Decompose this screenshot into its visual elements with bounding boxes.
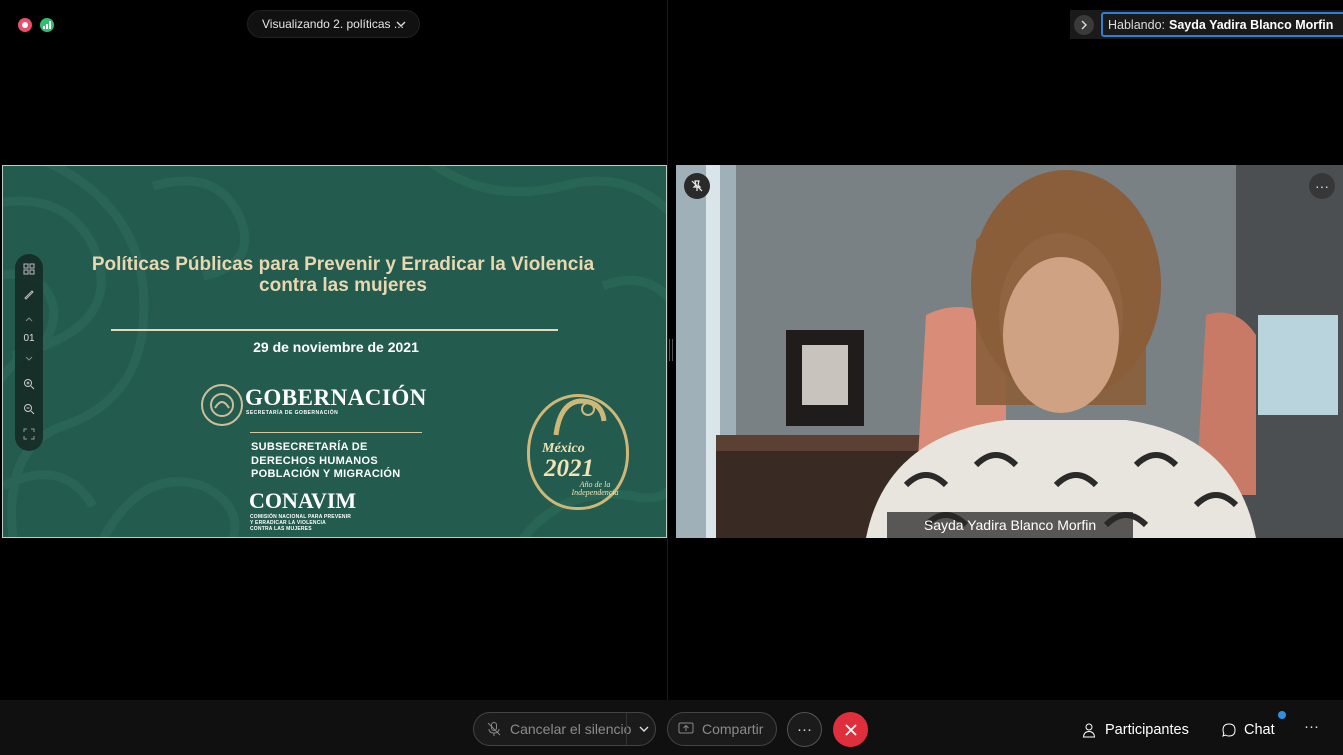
viewing-content-dropdown[interactable]: Visualizando 2. políticas ...: [247, 10, 420, 38]
share-label: Compartir: [702, 721, 764, 737]
chat-label: Chat: [1244, 722, 1275, 738]
gobernacion-seal-icon: [201, 384, 243, 426]
fit-screen-icon[interactable]: [19, 424, 39, 444]
participant-video-tile[interactable]: ··· Sayda Yadira Blanco Morfin: [676, 165, 1343, 538]
subsec-line: POBLACIÓN Y MIGRACIÓN: [251, 468, 401, 480]
leave-meeting-button[interactable]: [833, 712, 868, 747]
chat-button[interactable]: Chat: [1221, 718, 1275, 742]
page-number: 01: [23, 333, 35, 344]
split-resize-handle[interactable]: [669, 339, 673, 361]
participants-label: Participantes: [1105, 722, 1189, 738]
zoom-out-icon[interactable]: [19, 399, 39, 419]
overflow-menu-button[interactable]: ···: [1304, 718, 1319, 735]
unmute-label: Cancelar el silencio: [510, 721, 632, 737]
speaking-label: Hablando: Sayda Yadira Blanco Morfin: [1101, 12, 1343, 37]
badge-line2: 2021: [544, 455, 594, 482]
speaking-prefix: Hablando:: [1108, 17, 1165, 32]
annotate-icon[interactable]: [19, 284, 39, 304]
previous-page-icon[interactable]: [19, 309, 39, 329]
shared-slide[interactable]: Políticas Públicas para Prevenir y Errad…: [2, 165, 667, 538]
unpin-icon: [691, 180, 703, 192]
subsec-line: DERECHOS HUMANOS: [251, 454, 379, 467]
more-options-button[interactable]: ···: [787, 712, 822, 747]
next-page-icon[interactable]: [19, 349, 39, 369]
video-more-options-button[interactable]: ···: [1309, 173, 1335, 199]
share-screen-icon: [678, 722, 694, 734]
gobernacion-logo-text: GOBERNACIÓN: [245, 385, 427, 410]
slide-title: Políticas Públicas para Prevenir y Errad…: [91, 254, 595, 296]
expand-speaker-button[interactable]: [1074, 15, 1094, 35]
mute-separator: [626, 713, 627, 745]
participants-icon: [1082, 723, 1096, 738]
participants-button[interactable]: Participantes: [1082, 718, 1189, 742]
gobernacion-subtitle: SECRETARÍA DE GOBERNACIÓN: [246, 410, 339, 416]
slide-date: 29 de noviembre de 2021: [253, 339, 419, 355]
grid-view-icon[interactable]: [19, 259, 39, 279]
chevron-down-icon[interactable]: [638, 723, 650, 735]
badge-line3: Año de la Independencia: [571, 480, 619, 497]
subsecretaria-text: SUBSECRETARÍA DE DERECHOS HUMANOS POBLAC…: [251, 441, 401, 482]
speaking-name: Sayda Yadira Blanco Morfin: [1169, 17, 1334, 32]
mexico-2021-badge: México 2021 Año de la Independencia: [527, 394, 629, 510]
chat-notification-badge: [1278, 711, 1286, 719]
unpin-button[interactable]: [684, 173, 710, 199]
chevron-right-icon: [1081, 20, 1087, 30]
conavim-logo-text: CONAVIM: [249, 488, 357, 513]
participant-name-tag: Sayda Yadira Blanco Morfin: [887, 512, 1133, 538]
chevron-down-icon: [396, 21, 406, 27]
serpent-emblem-icon: [553, 398, 607, 436]
slide-toolbar: 01: [15, 254, 43, 451]
share-button[interactable]: Compartir: [667, 712, 777, 746]
unmute-button[interactable]: Cancelar el silencio: [473, 712, 656, 746]
stage-divider: [667, 0, 668, 700]
microphone-muted-icon: [487, 722, 501, 736]
signal-stats-icon[interactable]: [40, 18, 54, 32]
active-speaker-indicator: Hablando: Sayda Yadira Blanco Morfin: [1070, 10, 1343, 39]
recording-icon: [18, 18, 32, 32]
viewing-label: Visualizando 2. políticas ...: [262, 17, 404, 31]
subsec-line: SUBSECRETARÍA DE: [251, 441, 368, 453]
video-frame: [676, 165, 1343, 538]
chat-icon: [1222, 723, 1236, 737]
conavim-subtitle: COMISIÓN NACIONAL PARA PREVENIR Y ERRADI…: [250, 514, 351, 532]
close-icon: [844, 723, 857, 736]
conavim-sub-line: CONTRA LAS MUJERES: [250, 526, 312, 532]
slide-divider-line: [111, 329, 558, 331]
logo-divider-line: [250, 432, 422, 433]
zoom-in-icon[interactable]: [19, 374, 39, 394]
